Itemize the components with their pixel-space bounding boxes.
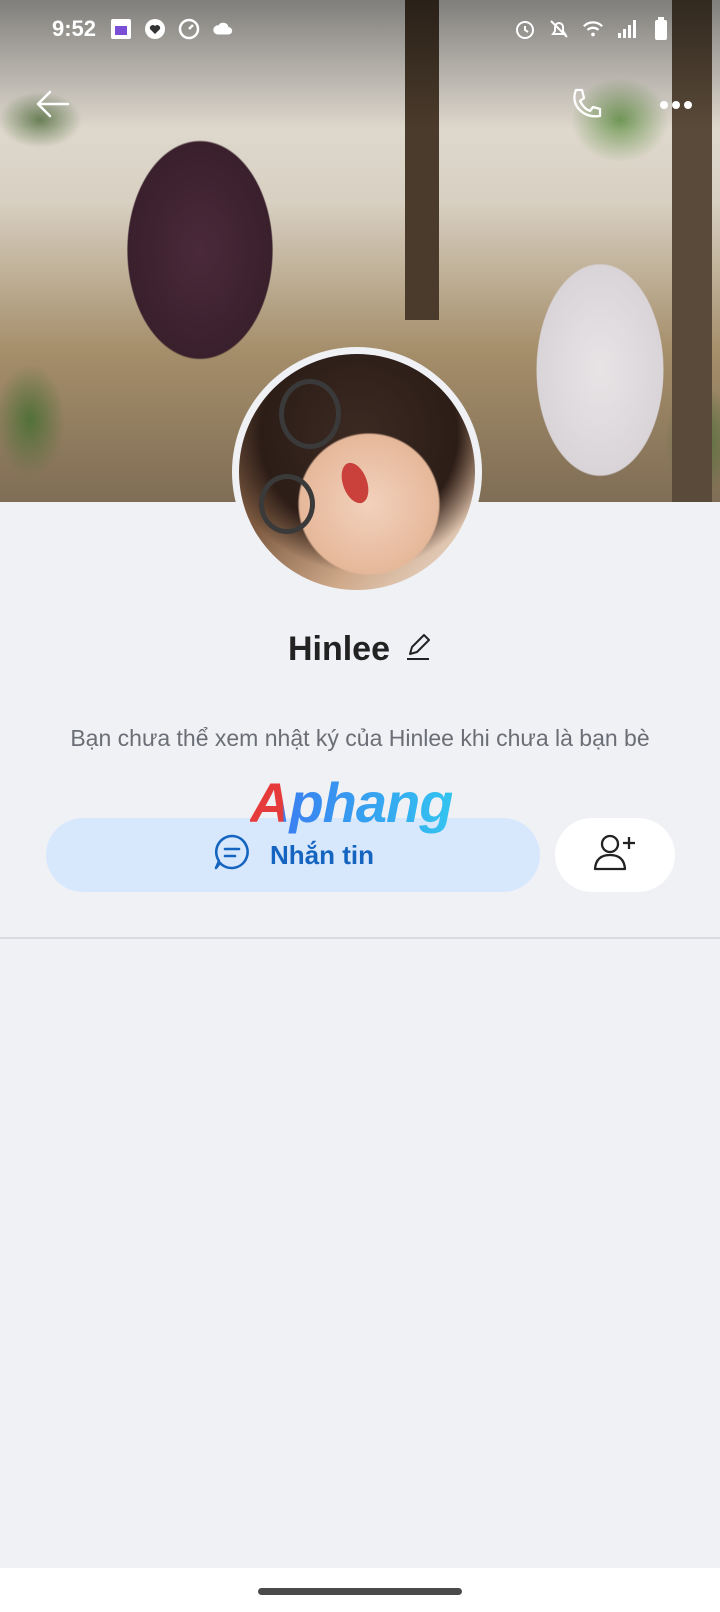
avatar-lips	[336, 459, 374, 507]
battery-icon	[650, 17, 672, 40]
avatar-glasses-lens	[259, 474, 315, 534]
more-horizontal-icon	[659, 97, 693, 115]
call-button[interactable]	[562, 82, 610, 130]
diary-privacy-notice: Bạn chưa thể xem nhật ký của Hinlee khi …	[70, 725, 650, 751]
chat-bubble-icon	[212, 832, 252, 879]
add-friend-button[interactable]	[555, 818, 675, 892]
signal-icon	[616, 18, 638, 40]
home-indicator[interactable]	[258, 1588, 462, 1595]
profile-name-row: Hinlee	[0, 630, 720, 669]
app-notification-icon	[110, 18, 132, 40]
back-button[interactable]	[28, 82, 76, 130]
status-time: 9:52	[52, 16, 97, 41]
wifi-icon	[582, 18, 604, 40]
phone-icon	[568, 86, 604, 127]
message-button-label: Nhắn tin	[270, 839, 374, 870]
status-right-icons	[514, 17, 672, 40]
avatar-frame[interactable]	[232, 347, 482, 597]
add-user-icon	[593, 833, 637, 878]
gauge-icon	[178, 18, 200, 40]
system-navigation-bar	[0, 1568, 720, 1612]
alarm-icon	[514, 18, 536, 40]
section-divider	[0, 937, 720, 939]
bell-off-icon	[548, 18, 570, 40]
heart-icon	[144, 18, 166, 40]
avatar-glasses	[279, 379, 341, 449]
message-button[interactable]: Nhắn tin	[46, 818, 540, 892]
status-left-icons	[110, 18, 234, 40]
cloud-icon	[212, 18, 234, 40]
avatar[interactable]	[239, 354, 475, 590]
arrow-left-icon	[34, 89, 70, 124]
pencil-icon[interactable]	[404, 632, 432, 667]
status-bar: 9:52	[0, 0, 720, 60]
profile-name: Hinlee	[287, 630, 391, 668]
more-options-button[interactable]	[652, 82, 700, 130]
